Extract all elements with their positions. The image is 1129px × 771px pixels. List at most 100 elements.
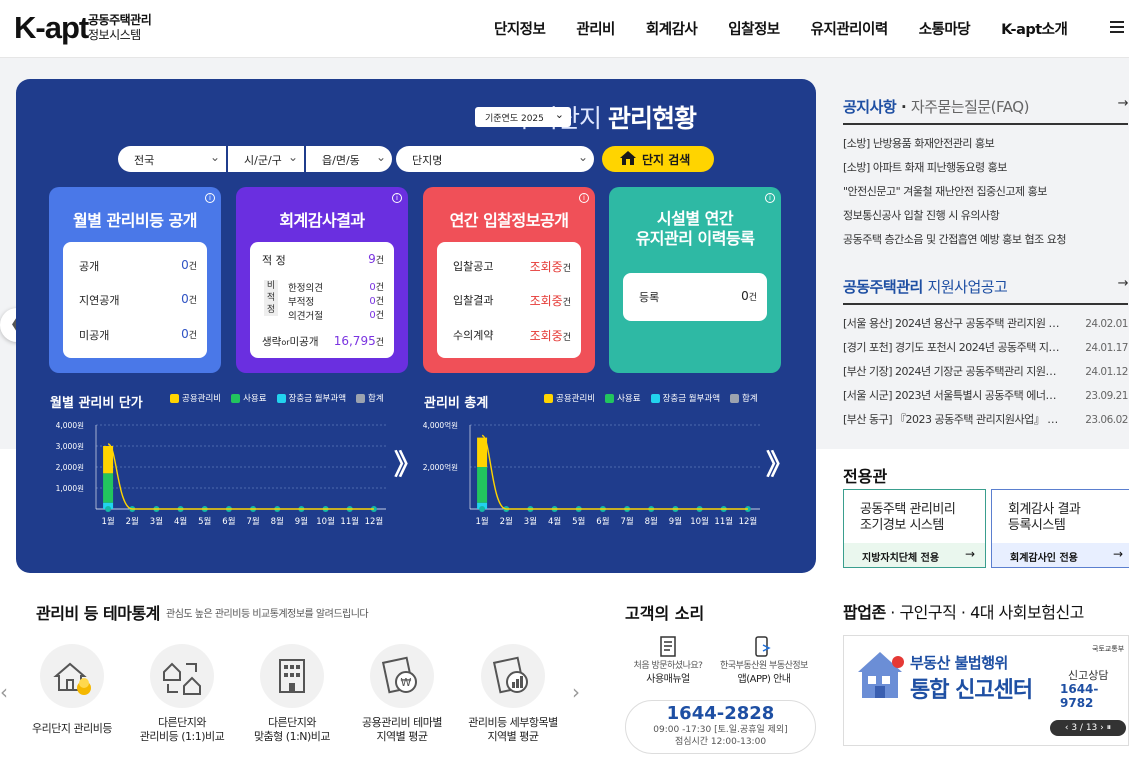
theme-label[interactable]: 공용관리비 테마별 지역별 평균: [347, 716, 457, 744]
support-item[interactable]: [부산 동구] 『2023 공동주택 관리지원사업』 … 23.06.02: [843, 408, 1128, 432]
complex-search-button[interactable]: 단지 검색: [602, 146, 714, 172]
call-center-phone[interactable]: 1644-2828: [626, 703, 815, 724]
info-icon[interactable]: i: [579, 193, 589, 203]
info-icon[interactable]: i: [392, 193, 402, 203]
x-tick-label: 2월: [500, 516, 513, 527]
row-unit: 건: [375, 297, 384, 307]
ministry-logo-text: 국토교통부: [1092, 645, 1125, 653]
detail-item-average-icon[interactable]: [481, 644, 545, 708]
nav-complex-info[interactable]: 단지정보: [494, 18, 546, 39]
province-select[interactable]: 전국 ⌄: [118, 146, 226, 172]
x-tick-label: 3월: [524, 516, 537, 527]
dedicated-early-warning[interactable]: 공동주택 관리비리 조기경보 시스템 지방자치단체 전용 →: [843, 489, 986, 568]
row-unit: 건: [188, 262, 197, 272]
info-icon[interactable]: i: [765, 193, 775, 203]
row-label: 부적정: [288, 297, 315, 308]
logo-line-1: 공동주택관리: [88, 13, 152, 27]
card-title-line-2: 유지관리 이력등록: [635, 229, 755, 248]
town-select[interactable]: 읍/면/동 ⌄: [306, 146, 392, 172]
info-icon[interactable]: i: [205, 193, 215, 203]
theme-label[interactable]: 다른단지와 맞춤형 (1:N)비교: [237, 716, 347, 744]
dashboard-title: 우리단지 관리현황: [16, 99, 697, 135]
nav-audit[interactable]: 회계감사: [646, 18, 698, 39]
chart-more-arrow[interactable]: 》: [766, 443, 794, 483]
bid-row-private-contract: 수의계약 조회중건: [453, 327, 571, 343]
hamburger-menu-icon[interactable]: [1110, 21, 1124, 33]
call-center-box: 1644-2828 09:00 -17:30 [토.일.공휴일 제외] 점심시간…: [625, 700, 816, 754]
more-arrow-icon[interactable]: →: [1118, 276, 1129, 291]
dedicated-text: 회계감사 결과 등록시스템: [1008, 502, 1081, 534]
legend-item: 장충금 월부과액: [276, 392, 346, 404]
notice-item[interactable]: "안전신문고" 겨울철 재난안전 집중신고제 홍보: [843, 180, 1128, 204]
nav-community[interactable]: 소통마당: [919, 18, 971, 39]
card-monthly-fee[interactable]: i 월별 관리비등 공개 공개 0건 지연공개 0건 미공개 0건: [49, 187, 221, 373]
tab-notice[interactable]: 공지사항: [843, 98, 897, 116]
x-tick-label: 1월: [475, 516, 488, 527]
mobile-app-icon[interactable]: [752, 636, 772, 658]
card-title: 회계감사결과: [279, 211, 365, 230]
home-icon: [620, 151, 636, 165]
theme-label[interactable]: 우리단지 관리비등: [17, 722, 127, 736]
facility-row-registered: 등록 0건: [639, 289, 757, 305]
card-audit-result[interactable]: i 회계감사결과 적 정 9건 비적정 한정의견 0건 부적정 0건 의견거절 0건 생…: [236, 187, 408, 373]
more-arrow-icon[interactable]: →: [1118, 96, 1129, 111]
nav-about[interactable]: K-apt소개: [1001, 18, 1068, 39]
year-select[interactable]: 기준연도 2025: [475, 107, 571, 127]
theme-label[interactable]: 관리비등 세부항목별 지역별 평균: [458, 716, 568, 744]
card-body: 공개 0건 지연공개 0건 미공개 0건: [63, 242, 207, 358]
chart-total: 4,000억원 2,000억원 1월 2월 3월 4월 5월 6월 7월 8월 9월 10월 11월 12…: [423, 421, 760, 527]
support-item[interactable]: [서울 용산] 2024년 용산구 공동주택 관리지원 … 24.02.01: [843, 312, 1128, 336]
complex-name-select[interactable]: 단지명 ⌄: [396, 146, 594, 172]
chevron-right-icon[interactable]: ›: [572, 680, 580, 704]
arrow-right-icon: →: [1112, 547, 1123, 561]
logo[interactable]: K-apt: [14, 10, 89, 46]
zero-point: [105, 506, 112, 512]
support-title-bold[interactable]: 공동주택관리: [843, 278, 923, 296]
theme-label-line-2: 맞춤형 (1:N)비교: [253, 730, 331, 743]
notice-panel: 공지사항 · 자주묻는질문(FAQ) → [소방] 난방용품 화재안전관리 홍보…: [843, 96, 1129, 252]
support-item[interactable]: [경기 포천] 경기도 포천시 2024년 공동주택 지… 24.01.17: [843, 336, 1128, 360]
row-unit: 건: [375, 256, 384, 266]
support-item[interactable]: [서울 시군] 2023년 서울특별시 공동주택 에너… 23.09.21: [843, 384, 1128, 408]
x-tick-label: 11월: [714, 516, 733, 527]
card-facility-maintenance[interactable]: i 시설별 연간 유지관리 이력등록 등록 0건: [609, 187, 781, 373]
banner-pager[interactable]: ‹ 3 / 13 › ⏸: [1050, 720, 1126, 736]
manual-link[interactable]: 처음 방문하셨나요? 사용매뉴얼: [613, 660, 723, 687]
compare-one-to-many-icon[interactable]: [260, 644, 324, 708]
nav-maintenance[interactable]: 유지관리이력: [811, 18, 889, 39]
complex-value: 단지명: [412, 154, 443, 167]
manual-book-icon[interactable]: [658, 636, 678, 658]
support-header: 공동주택관리 지원사업공고 →: [843, 276, 1129, 305]
notice-item[interactable]: 정보통신공사 입찰 진행 시 유의사항: [843, 204, 1128, 228]
card-annual-bid[interactable]: i 연간 입찰정보공개 입찰공고 조회중건 입찰결과 조회중건 수의계약 조회중건: [423, 187, 595, 373]
voc-title: 고객의 소리: [625, 604, 705, 623]
chevron-left-icon[interactable]: ‹: [0, 680, 8, 704]
our-complex-fee-icon[interactable]: [40, 644, 104, 708]
dedicated-audit-registration[interactable]: 회계감사 결과 등록시스템 회계감사인 전용 →: [991, 489, 1129, 568]
fee-row-private: 미공개 0건: [79, 327, 197, 343]
row-value: 조회중: [529, 294, 563, 308]
support-item[interactable]: [부산 기장] 2024년 기장군 공동주택관리 지원… 24.01.12: [843, 360, 1128, 384]
banner-line-2: 통합 신고센터: [910, 678, 1033, 703]
theme-label[interactable]: 다른단지와 관리비등 (1:1)비교: [127, 716, 237, 744]
notice-item[interactable]: 공동주택 층간소음 및 간접흡연 예방 홍보 협조 요청: [843, 228, 1128, 252]
support-item-date: 24.01.12: [1081, 360, 1128, 384]
tab-faq[interactable]: 자주묻는질문(FAQ): [911, 98, 1030, 116]
app-link[interactable]: 한국부동산원 부동산정보 앱(APP) 안내: [709, 660, 819, 687]
compare-one-to-one-icon[interactable]: [150, 644, 214, 708]
common-fee-theme-icon[interactable]: ₩: [370, 644, 434, 708]
chart-more-arrow[interactable]: 》: [394, 443, 422, 483]
row-label-2: 미공개: [289, 336, 319, 348]
notice-item[interactable]: [소방] 아파트 화재 피난행동요령 홍보: [843, 156, 1128, 180]
svg-text:₩: ₩: [401, 676, 412, 689]
city-select[interactable]: 시/군/구 ⌄: [228, 146, 304, 172]
notice-item[interactable]: [소방] 난방용품 화재안전관리 홍보: [843, 132, 1128, 156]
nav-bid[interactable]: 입찰정보: [728, 18, 780, 39]
x-tick-label: 6월: [596, 516, 609, 527]
theme-subtitle: 관심도 높은 관리비등 비교통계정보를 알려드립니다: [166, 609, 369, 620]
support-title-light[interactable]: 지원사업공고: [928, 278, 1008, 296]
chevron-down-icon: ⌄: [375, 150, 386, 164]
popup-banner[interactable]: 국토교통부 부동산 불법행위 통합 신고센터 신고상담 1644-9782 ‹ …: [843, 635, 1129, 746]
house-warning-icon: [858, 652, 904, 698]
nav-management-fee[interactable]: 관리비: [576, 18, 615, 39]
